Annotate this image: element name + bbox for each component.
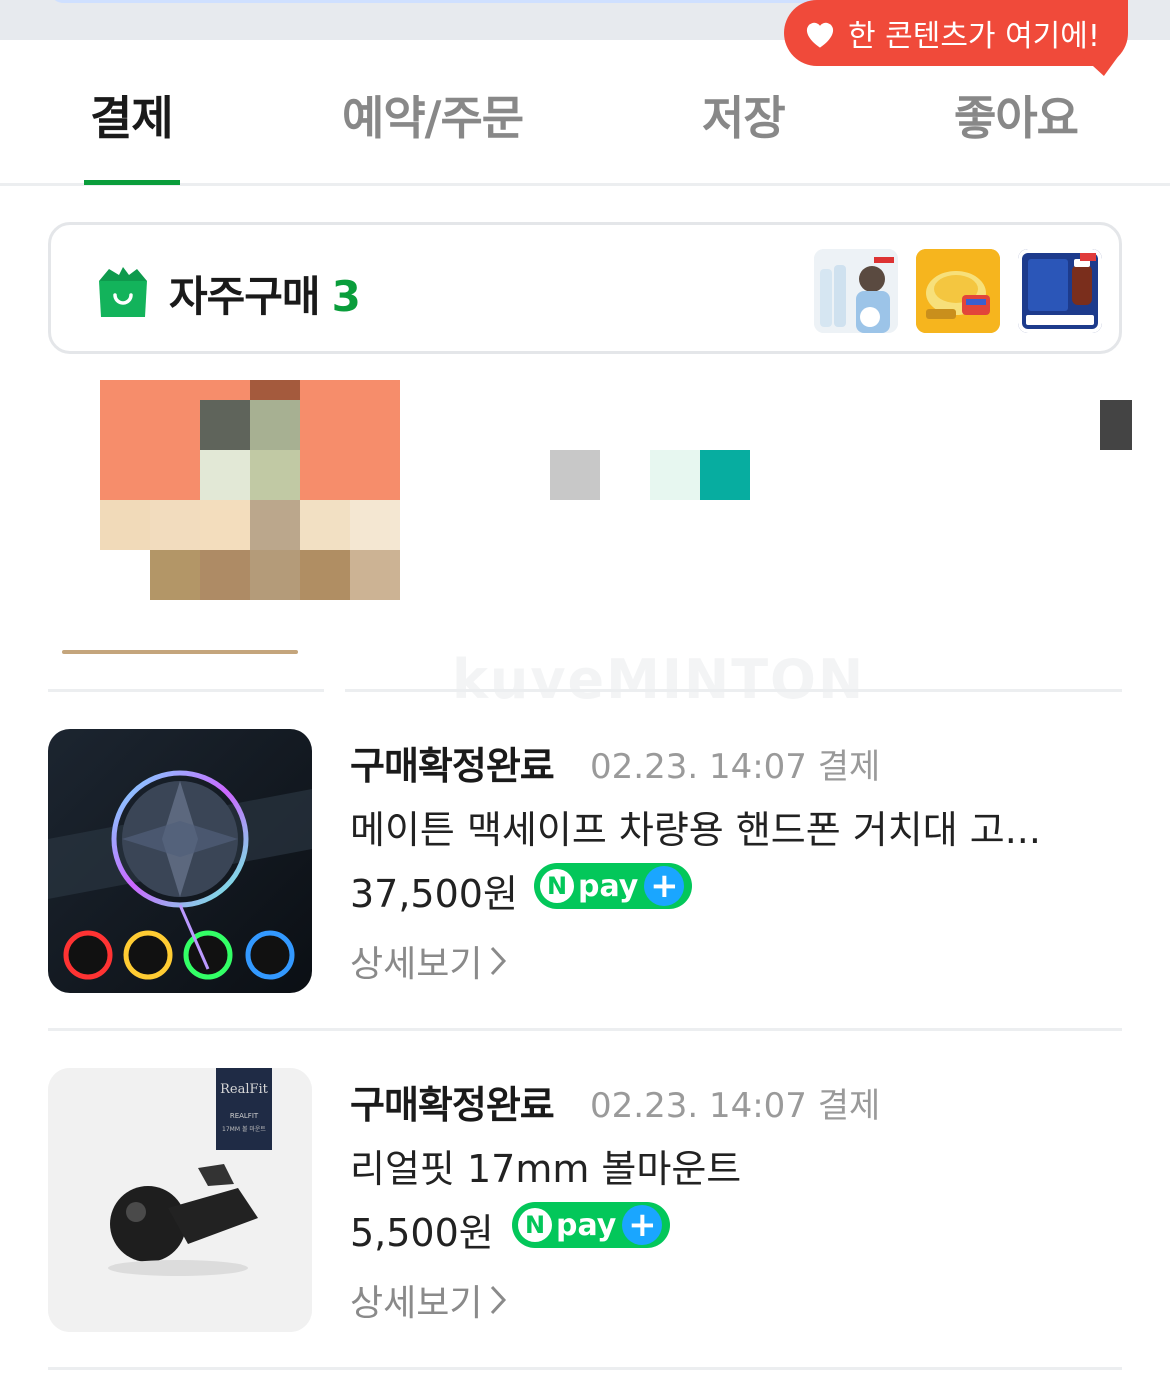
heart-icon [802,17,838,49]
tab-saved[interactable]: 저장 [702,82,786,148]
npay-label: pay [578,868,639,904]
separator [48,689,324,692]
frequent-title: 자주구매 3 [169,263,361,324]
redacted-block [1100,400,1132,450]
frequent-thumb-water[interactable] [814,249,898,333]
tab-likes[interactable]: 좋아요 [954,82,1079,148]
frequent-thumb-noodle[interactable] [916,249,1000,333]
content-tooltip[interactable]: 한 콘텐츠가 여기에! [784,0,1128,76]
box-line: 17MM 볼 마운트 [222,1126,266,1133]
separator [48,1028,1122,1031]
order-item[interactable]: RealFit REALFIT 17MM 볼 마운트 구매확정완료 02.23.… [48,1068,1122,1332]
frequent-title-label: 자주구매 [169,272,321,321]
detail-label: 상세보기 [350,1283,483,1324]
product-price: 5,500원 [350,1211,494,1255]
redacted-line [62,650,298,654]
detail-link[interactable]: 상세보기 [350,935,508,987]
tooltip-text: 한 콘텐츠가 여기에! [848,19,1100,54]
order-item[interactable]: 구매확정완료 02.23. 14:07 결제 메이튼 맥세이프 차량용 핸드폰 … [48,729,1122,993]
box-brand: RealFit [220,1082,268,1097]
order-date: 02.23. 14:07 결제 [590,747,881,787]
npay-label: pay [556,1207,617,1243]
naver-n-icon: N [518,1208,552,1242]
redacted-image [100,380,400,600]
frequent-purchase-card[interactable]: 자주구매 3 [48,222,1122,354]
watermark: kuveMINTON [452,648,866,711]
chevron-right-icon [491,946,507,976]
chevron-right-icon [491,1285,507,1315]
tab-payment[interactable]: 결제 [90,82,174,148]
redacted-block [650,450,700,500]
separator [345,689,1122,692]
naver-n-icon: N [540,869,574,903]
active-tab-indicator [84,180,180,185]
order-status: 구매확정완료 [350,744,555,788]
product-image-ball-mount[interactable]: RealFit REALFIT 17MM 볼 마운트 [48,1068,312,1332]
shopping-bag-icon [99,267,147,317]
product-price: 37,500원 [350,872,518,916]
product-name[interactable]: 메이튼 맥세이프 차량용 핸드폰 거치대 고... [350,799,1110,854]
separator [48,1367,1122,1370]
plus-icon: + [644,866,685,906]
order-date: 02.23. 14:07 결제 [590,1086,881,1126]
detail-link[interactable]: 상세보기 [350,1274,508,1326]
frequent-count: 3 [331,272,361,321]
product-name[interactable]: 리얼핏 17mm 볼마운트 [350,1138,1110,1193]
npay-plus-badge: N pay + [534,863,693,909]
tab-reservation-order[interactable]: 예약/주문 [342,82,524,148]
box-sub: REALFIT [229,1112,259,1120]
redacted-block [700,450,750,500]
redacted-block [550,450,600,500]
frequent-thumb-supplement[interactable] [1018,249,1102,333]
detail-label: 상세보기 [350,944,483,985]
npay-plus-badge: N pay + [512,1202,671,1248]
product-image-phone-mount[interactable] [48,729,312,993]
order-status: 구매확정완료 [350,1083,555,1127]
plus-icon: + [622,1205,663,1245]
